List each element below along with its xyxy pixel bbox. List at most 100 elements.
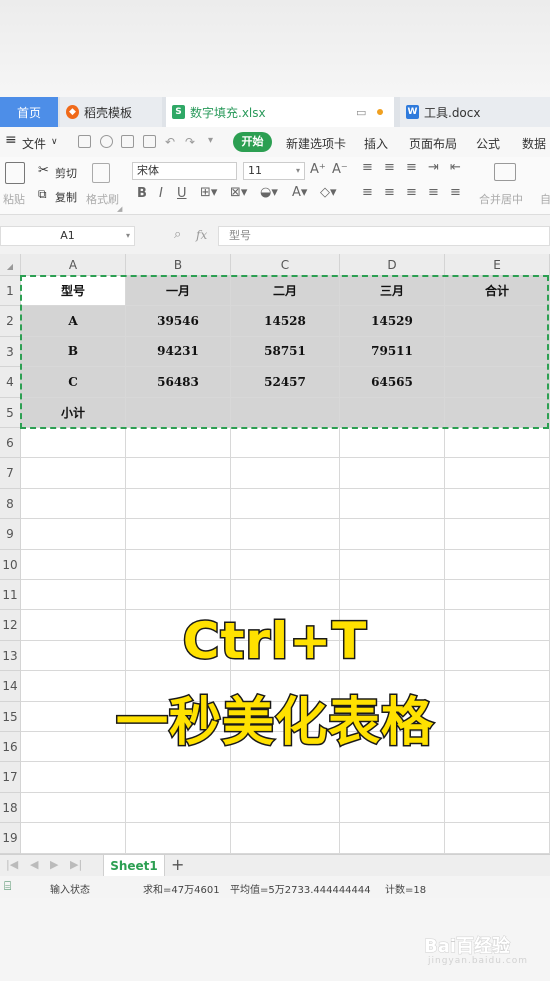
cell-c17[interactable] — [231, 762, 340, 793]
font-color-icon[interactable]: ◒▾ — [260, 185, 278, 200]
spreadsheet-grid[interactable]: ◢ A B C D E 1 型号 一月 二月 三月 合计 2 A 39546 14528 14529 3 B 9423… — [0, 254, 550, 854]
column-header-c[interactable]: C — [231, 254, 340, 276]
cell-c7[interactable] — [231, 458, 340, 489]
justify-icon[interactable]: ≡ — [428, 185, 439, 200]
clear-format-icon[interactable]: ◇▾ — [320, 185, 337, 200]
row-header-6[interactable]: 6 — [0, 428, 21, 459]
cell-d9[interactable] — [340, 519, 445, 550]
cell-c11[interactable] — [231, 580, 340, 611]
next-sheet-icon[interactable]: ▶ — [50, 858, 58, 871]
cell-e3[interactable] — [445, 336, 550, 368]
row-header-2[interactable]: 2 — [0, 306, 21, 337]
align-center-icon[interactable]: ≡ — [384, 185, 395, 200]
prev-sheet-icon[interactable]: ◀ — [30, 858, 38, 871]
cell-b4[interactable]: 56483 — [126, 367, 231, 398]
cell-b5[interactable] — [126, 397, 231, 428]
cell-e4[interactable] — [445, 367, 550, 398]
cell-a8[interactable] — [21, 488, 126, 520]
print-icon[interactable] — [121, 135, 134, 148]
paste-icon[interactable] — [5, 162, 25, 184]
cell-a19[interactable] — [21, 823, 126, 854]
column-header-b[interactable]: B — [126, 254, 231, 276]
row-header-19[interactable]: 19 — [0, 823, 21, 854]
cell-e1[interactable]: 合计 — [445, 276, 550, 307]
cell-d18[interactable] — [340, 792, 445, 824]
cell-e11[interactable] — [445, 580, 550, 611]
row-header-3[interactable]: 3 — [0, 336, 21, 368]
cell-a6[interactable] — [21, 428, 126, 459]
format-painter-label[interactable]: 格式刷 — [86, 191, 119, 207]
menu-file[interactable]: 文件 — [22, 135, 46, 152]
tab-xlsx-file[interactable]: S 数字填充.xlsx ▭ — [166, 97, 394, 127]
row-header-4[interactable]: 4 — [0, 367, 21, 398]
auto-wrap-label[interactable]: 自 — [540, 191, 550, 207]
fx-icon[interactable]: fx — [196, 228, 207, 242]
first-sheet-icon[interactable]: |◀ — [6, 858, 18, 871]
cell-a2[interactable]: A — [21, 306, 126, 337]
cell-d8[interactable] — [340, 488, 445, 520]
fill-color-icon[interactable]: ⊠▾ — [230, 185, 247, 200]
cell-b17[interactable] — [126, 762, 231, 793]
cell-c18[interactable] — [231, 792, 340, 824]
cell-a18[interactable] — [21, 792, 126, 824]
merge-center-label[interactable]: 合并居中 — [479, 191, 523, 207]
cell-b1[interactable]: 一月 — [126, 276, 231, 307]
align-middle-icon[interactable]: ≡ — [384, 160, 395, 175]
menu-formula[interactable]: 公式 — [476, 135, 500, 152]
cell-b11[interactable] — [126, 580, 231, 611]
indent-icon[interactable]: ⇥ — [428, 160, 439, 175]
cell-c1[interactable]: 二月 — [231, 276, 340, 307]
copy-button[interactable]: 复制 — [55, 189, 77, 205]
cell-b10[interactable] — [126, 549, 231, 580]
border-icon[interactable]: ⊞▾ — [200, 185, 217, 200]
underline-icon[interactable]: U — [177, 186, 187, 201]
cell-e18[interactable] — [445, 792, 550, 824]
cell-e17[interactable] — [445, 762, 550, 793]
distribute-icon[interactable]: ≡ — [450, 185, 461, 200]
row-header-9[interactable]: 9 — [0, 519, 21, 550]
cell-a1[interactable]: 型号 — [21, 276, 126, 307]
cell-d11[interactable] — [340, 580, 445, 611]
row-header-1[interactable]: 1 — [0, 276, 21, 307]
tab-home[interactable]: 首页 — [0, 97, 58, 127]
cell-a4[interactable]: C — [21, 367, 126, 398]
font-size-select[interactable]: 11 ▾ — [243, 162, 305, 180]
select-all-corner[interactable]: ◢ — [0, 254, 21, 276]
quick-access-more-icon[interactable]: ▾ — [208, 135, 213, 146]
merge-center-icon[interactable] — [494, 163, 516, 181]
cell-c8[interactable] — [231, 488, 340, 520]
cell-d4[interactable]: 64565 — [340, 367, 445, 398]
row-header-18[interactable]: 18 — [0, 792, 21, 824]
cell-e6[interactable] — [445, 428, 550, 459]
increase-font-icon[interactable]: A⁺ — [310, 162, 326, 177]
cell-b18[interactable] — [126, 792, 231, 824]
cell-b2[interactable]: 39546 — [126, 306, 231, 337]
cell-d3[interactable]: 79511 — [340, 336, 445, 368]
add-sheet-button[interactable]: + — [171, 855, 184, 875]
cell-c4[interactable]: 52457 — [231, 367, 340, 398]
column-header-a[interactable]: A — [21, 254, 126, 276]
cell-d10[interactable] — [340, 549, 445, 580]
cell-b9[interactable] — [126, 519, 231, 550]
cell-a10[interactable] — [21, 549, 126, 580]
menu-insert[interactable]: 插入 — [364, 135, 388, 152]
tab-docx-file[interactable]: W 工具.docx — [400, 97, 550, 127]
cell-c2[interactable]: 14528 — [231, 306, 340, 337]
cell-d5[interactable] — [340, 397, 445, 428]
cell-a3[interactable]: B — [21, 336, 126, 368]
export-pdf-icon[interactable] — [100, 135, 113, 148]
cell-b7[interactable] — [126, 458, 231, 489]
clipboard-expand-icon[interactable]: ◢ — [117, 205, 122, 213]
cell-a9[interactable] — [21, 519, 126, 550]
cell-a7[interactable] — [21, 458, 126, 489]
row-header-10[interactable]: 10 — [0, 549, 21, 580]
cell-d19[interactable] — [340, 823, 445, 854]
cell-d7[interactable] — [340, 458, 445, 489]
cell-e8[interactable] — [445, 488, 550, 520]
bold-icon[interactable]: B — [137, 186, 147, 201]
cell-a17[interactable] — [21, 762, 126, 793]
cell-e5[interactable] — [445, 397, 550, 428]
save-icon[interactable] — [78, 135, 91, 148]
cell-a5[interactable]: 小计 — [21, 397, 126, 428]
text-color-icon[interactable]: A▾ — [292, 185, 307, 200]
